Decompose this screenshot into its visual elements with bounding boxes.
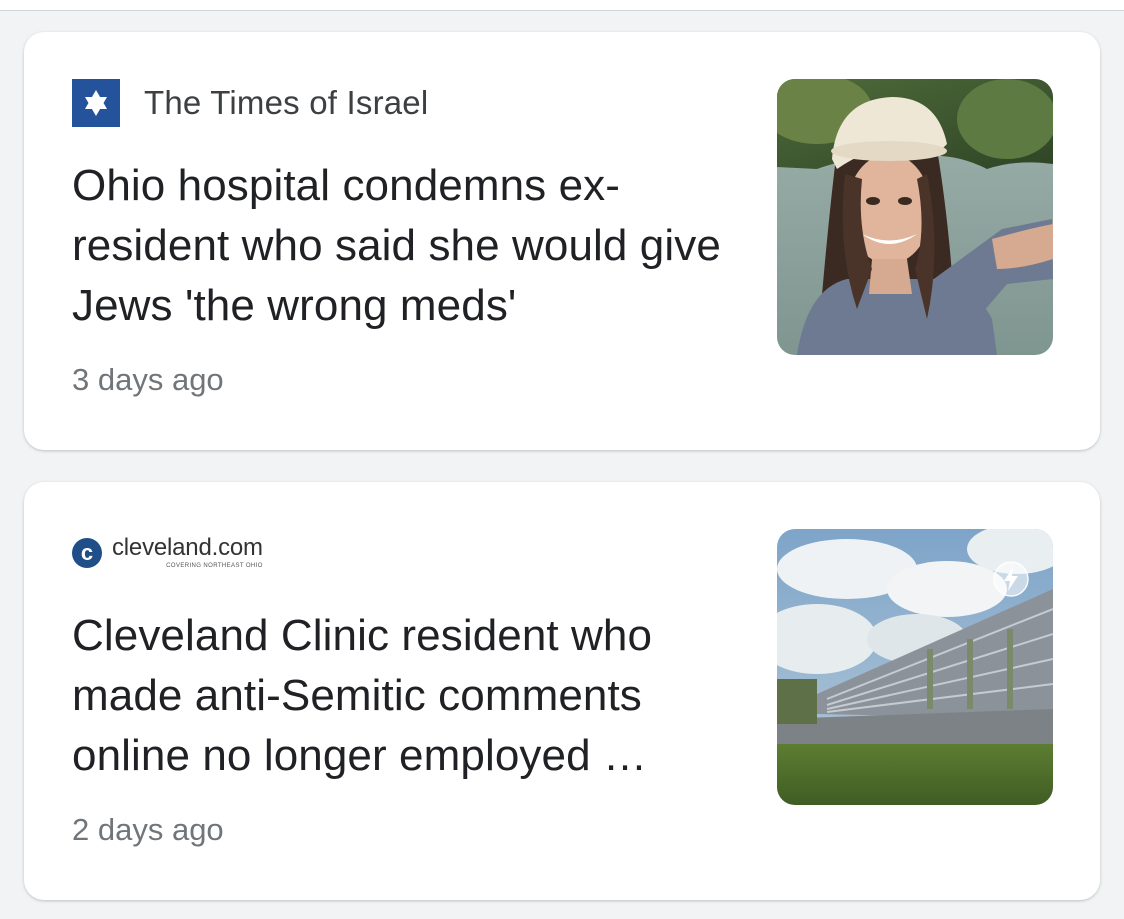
source-name: cleveland.com <box>112 534 263 561</box>
source-row: The Times of Israel <box>72 78 428 128</box>
news-card[interactable]: The Times of Israel Ohio hospital condem… <box>24 32 1100 450</box>
source-row: c cleveland.com COVERING NORTHEAST OHIO <box>72 528 263 578</box>
article-thumbnail[interactable] <box>777 529 1053 805</box>
amp-lightning-icon <box>993 561 1029 597</box>
article-timestamp: 2 days ago <box>72 812 224 847</box>
cleveland-logo: c cleveland.com COVERING NORTHEAST OHIO <box>72 536 263 570</box>
news-card[interactable]: c cleveland.com COVERING NORTHEAST OHIO … <box>24 482 1100 900</box>
article-timestamp: 3 days ago <box>72 362 224 397</box>
woman-photo-icon <box>777 79 1053 355</box>
times-of-israel-logo-icon <box>72 79 120 127</box>
article-headline[interactable]: Ohio hospital condemns ex-resident who s… <box>72 156 742 336</box>
browser-top-edge <box>0 0 1124 11</box>
source-tagline: COVERING NORTHEAST OHIO <box>166 563 263 569</box>
source-name: The Times of Israel <box>144 84 429 121</box>
cleveland-c-icon: c <box>72 538 102 568</box>
article-thumbnail[interactable] <box>777 79 1053 355</box>
article-headline[interactable]: Cleveland Clinic resident who made anti-… <box>72 606 742 786</box>
